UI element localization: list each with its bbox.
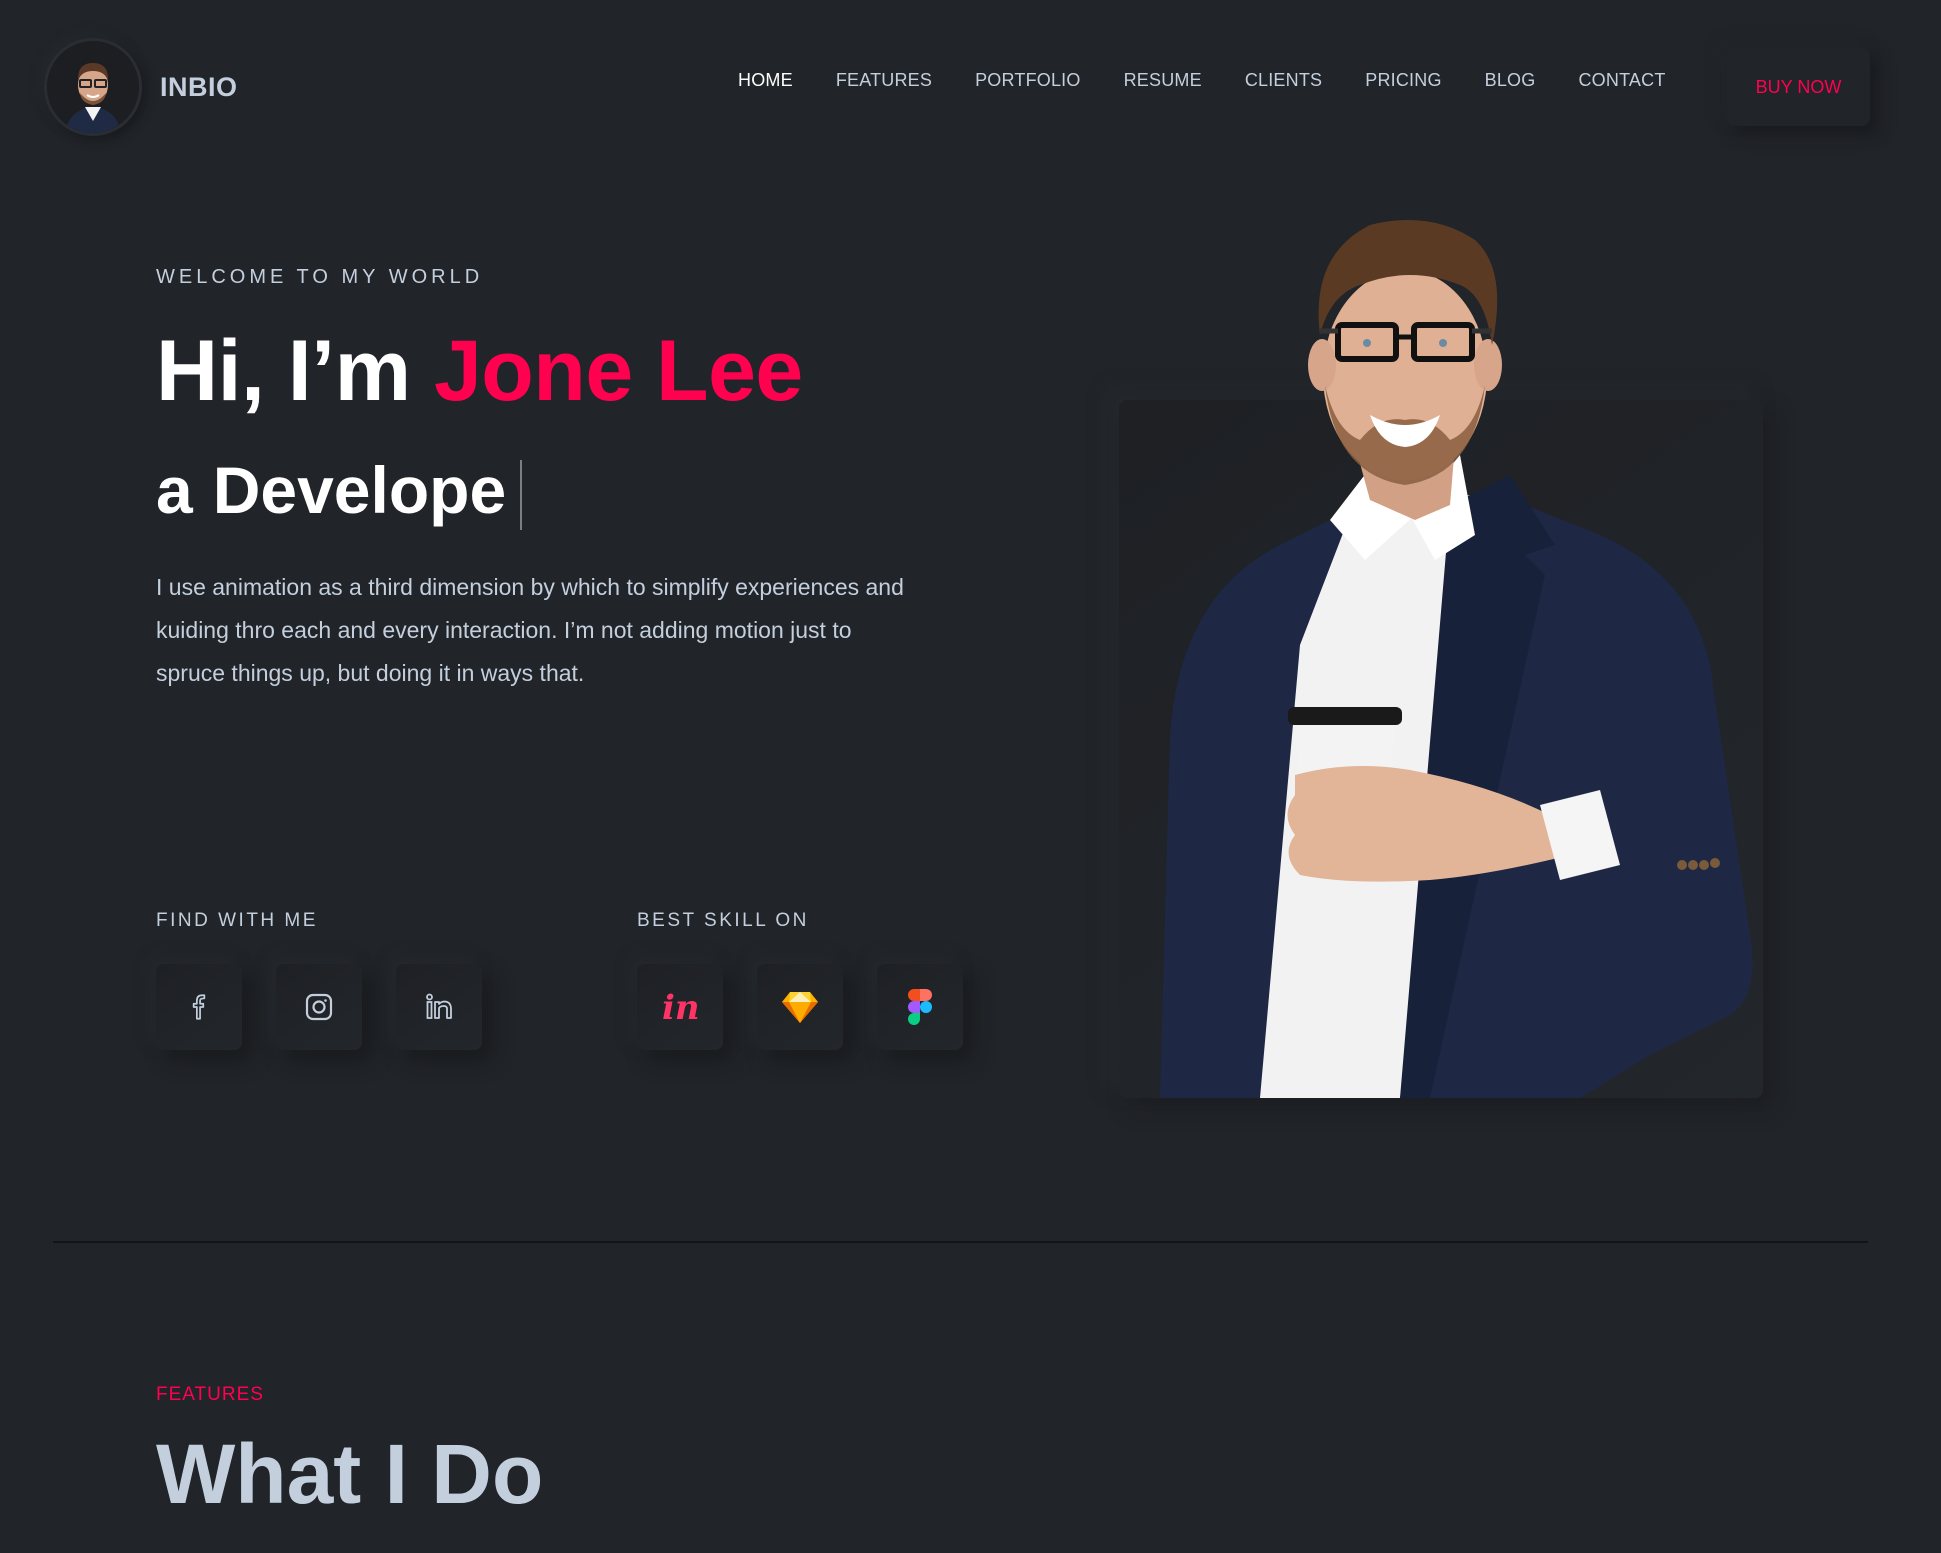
welcome-text: WELCOME TO MY WORLD [156,266,484,288]
figma-icon [908,989,932,1025]
sketch-icon [782,992,818,1023]
nav-contact[interactable]: CONTACT [1578,70,1665,91]
logo[interactable]: INBIO [44,38,238,136]
nav-features[interactable]: FEATURES [836,70,932,91]
nav-pricing[interactable]: PRICING [1365,70,1441,91]
typing-cursor [520,460,522,530]
nav-home[interactable]: HOME [738,70,793,91]
linkedin-button[interactable] [396,964,482,1050]
hero-greeting: Hi, I’m [156,323,434,419]
figma-button[interactable] [877,964,963,1050]
site-header: INBIO HOME FEATURES PORTFOLIO RESUME CLI… [0,0,1941,176]
hero-description: I use animation as a third dimension by … [156,574,904,686]
instagram-icon [305,993,333,1021]
avatar [44,38,142,136]
hero-name: Jone Lee [433,323,803,419]
features-tag: FEATURES [156,1384,264,1405]
linkedin-icon [426,993,452,1019]
sketch-button[interactable] [757,964,843,1050]
logo-text: INBIO [160,71,238,102]
best-skill-label: BEST SKILL ON [637,910,809,931]
facebook-button[interactable] [156,964,242,1050]
svg-text:in: in [662,989,700,1025]
hero-sub-prefix: a [156,453,193,527]
invision-button[interactable]: in [637,964,723,1050]
nav-resume[interactable]: RESUME [1124,70,1202,91]
buy-now-button[interactable]: BUY NOW [1727,48,1870,126]
portrait-image [1160,220,1753,1098]
facebook-icon [192,994,206,1020]
hero-subtitle: a Develope [156,452,513,528]
hero-title: Hi, I’m Jone Lee [156,322,803,421]
invision-icon: in [662,989,700,1025]
section-divider [53,1241,1868,1243]
nav-clients[interactable]: CLIENTS [1245,70,1322,91]
typed-role: Develope [212,453,507,527]
find-with-me-label: FIND WITH ME [156,910,318,931]
instagram-button[interactable] [276,964,362,1050]
main-nav: HOME FEATURES PORTFOLIO RESUME CLIENTS P… [738,70,1709,91]
nav-portfolio[interactable]: PORTFOLIO [975,70,1081,91]
avatar-portrait-icon [47,41,139,133]
nav-blog[interactable]: BLOG [1485,70,1536,91]
features-title: What I Do [156,1427,544,1521]
